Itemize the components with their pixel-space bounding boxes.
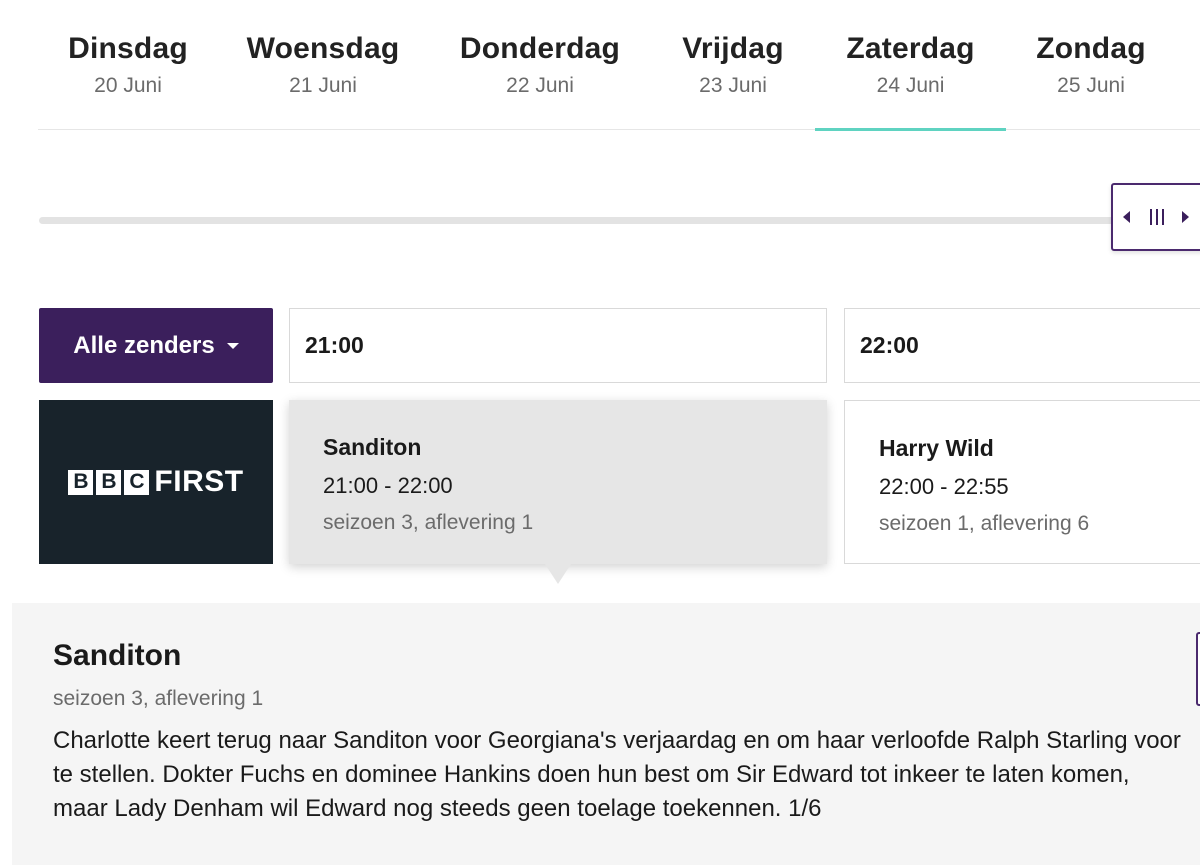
time-scroll-handle[interactable] bbox=[1111, 183, 1200, 251]
bbc-logo: B B C bbox=[68, 469, 150, 495]
day-date: 25 Juni bbox=[1057, 74, 1125, 97]
detail-action-button[interactable] bbox=[1196, 632, 1200, 706]
day-tab-vrijdag[interactable]: Vrijdag 23 Juni bbox=[658, 0, 808, 130]
program-detail-panel: Sanditon seizoen 3, aflevering 1 Charlot… bbox=[12, 603, 1200, 865]
caret-left-icon[interactable] bbox=[1123, 211, 1130, 223]
time-slot: 21:00 bbox=[289, 308, 827, 383]
time-slot: 22:00 bbox=[844, 308, 1200, 383]
day-name: Vrijdag bbox=[682, 32, 784, 65]
day-name: Donderdag bbox=[459, 32, 621, 65]
detail-title: Sanditon bbox=[53, 639, 182, 672]
day-date: 22 Juni bbox=[506, 74, 574, 97]
channel-logo-bbc-first[interactable]: B B C FIRST bbox=[39, 400, 273, 564]
tv-guide-page: Dinsdag 20 Juni Woensdag 21 Juni Donderd… bbox=[0, 0, 1200, 865]
logo-letter: B bbox=[68, 469, 94, 495]
grip-icon bbox=[1150, 209, 1164, 225]
day-tab-woensdag[interactable]: Woensdag 21 Juni bbox=[233, 0, 413, 130]
day-date: 20 Juni bbox=[94, 74, 162, 97]
day-tab-dinsdag[interactable]: Dinsdag 20 Juni bbox=[38, 0, 218, 130]
time-slot-label: 22:00 bbox=[860, 332, 919, 358]
detail-episode: seizoen 3, aflevering 1 bbox=[53, 687, 264, 710]
program-title: Sanditon bbox=[323, 434, 422, 460]
day-date: 21 Juni bbox=[289, 74, 357, 97]
day-name: Woensdag bbox=[246, 32, 400, 65]
all-channels-label: Alle zenders bbox=[73, 331, 215, 359]
program-episode: seizoen 3, aflevering 1 bbox=[323, 511, 534, 534]
all-channels-dropdown[interactable]: Alle zenders bbox=[39, 308, 273, 383]
day-date: 23 Juni bbox=[699, 74, 767, 97]
day-tab-donderdag[interactable]: Donderdag 22 Juni bbox=[438, 0, 642, 130]
caret-right-icon[interactable] bbox=[1182, 211, 1189, 223]
program-time: 22:00 - 22:55 bbox=[879, 474, 1009, 499]
day-name: Zaterdag bbox=[846, 32, 975, 65]
logo-letter: C bbox=[124, 469, 150, 495]
day-tab-zaterdag[interactable]: Zaterdag 24 Juni bbox=[815, 0, 1006, 131]
time-slot-label: 21:00 bbox=[305, 332, 364, 358]
program-episode: seizoen 1, aflevering 6 bbox=[879, 512, 1090, 535]
day-name: Dinsdag bbox=[68, 32, 188, 65]
caret-down-icon bbox=[226, 342, 239, 349]
detail-description: Charlotte keert terug naar Sanditon voor… bbox=[53, 727, 1181, 822]
selection-pointer bbox=[545, 564, 571, 584]
day-tab-zondag[interactable]: Zondag 25 Juni bbox=[1016, 0, 1166, 130]
day-date: 24 Juni bbox=[876, 74, 945, 97]
program-time: 21:00 - 22:00 bbox=[323, 473, 453, 498]
day-tabs: Dinsdag 20 Juni Woensdag 21 Juni Donderd… bbox=[38, 0, 1200, 131]
program-card-selected[interactable]: Sanditon 21:00 - 22:00 seizoen 3, afleve… bbox=[289, 400, 827, 564]
program-title: Harry Wild bbox=[879, 435, 994, 461]
program-card[interactable]: Harry Wild 22:00 - 22:55 seizoen 1, afle… bbox=[844, 400, 1200, 564]
logo-text: FIRST bbox=[154, 465, 244, 498]
time-scroll-track[interactable] bbox=[39, 217, 1129, 224]
logo-letter: B bbox=[96, 469, 122, 495]
day-name: Zondag bbox=[1036, 32, 1146, 65]
